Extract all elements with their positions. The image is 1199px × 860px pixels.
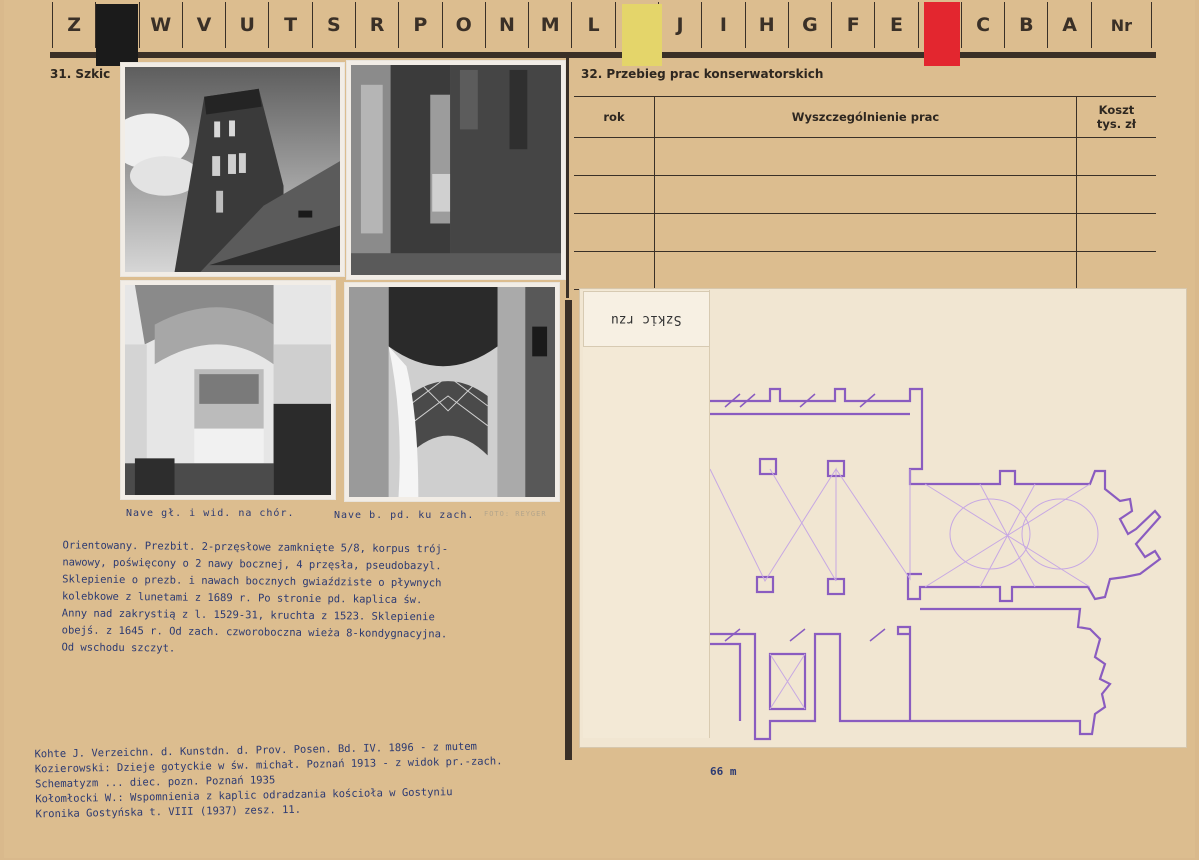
bibliography-notes: Kohte J. Verzeichn. d. Kunstdn. d. Prov.… — [34, 737, 655, 823]
description-notes: Orientowany. Prezbit. 2-przęsłowe zamkni… — [61, 537, 562, 661]
table-cell — [655, 138, 1077, 175]
sketch-title-label: Szkic rzu — [583, 291, 710, 347]
yellow-tab — [622, 4, 662, 66]
table-cell — [655, 252, 1077, 289]
caption-nave-south: Nave b. pd. ku zach. — [334, 510, 475, 521]
photo-nave-interior — [120, 280, 336, 500]
table-cell — [1077, 214, 1156, 251]
index-letter: P — [399, 2, 443, 48]
sketch-section-title: 31. Szkic — [50, 67, 111, 81]
photo-tower-exterior — [120, 62, 345, 277]
index-letter: C — [962, 2, 1006, 48]
photo-wall-exterior — [346, 60, 566, 280]
index-letter: Z — [52, 2, 97, 48]
scale-note: 66 m — [710, 765, 737, 778]
col-works: Wyszczególnienie prac — [655, 97, 1077, 137]
table-cell — [655, 176, 1077, 213]
works-table-header: rok Wyszczególnienie prac Koszt tys. zł — [574, 96, 1156, 138]
red-tab — [924, 2, 960, 66]
table-cell — [1077, 252, 1156, 289]
table-row — [574, 214, 1156, 252]
table-cell — [1077, 138, 1156, 175]
photographer-stamp: FOTO: REYGER — [484, 510, 547, 518]
index-letter: H — [746, 2, 789, 48]
works-table: rok Wyszczególnienie prac Koszt tys. zł — [574, 96, 1156, 290]
index-nr-label: Nr — [1092, 2, 1152, 48]
index-letter: N — [486, 2, 530, 48]
index-letter: E — [875, 2, 919, 48]
table-row — [574, 176, 1156, 214]
index-letter: W — [140, 2, 183, 48]
table-cell — [574, 252, 655, 289]
index-letter: A — [1048, 2, 1092, 48]
photo-vault-interior — [344, 282, 560, 502]
col-cost: Koszt tys. zł — [1096, 103, 1137, 131]
index-letter: I — [702, 2, 746, 48]
sketch-fold-flap — [583, 290, 710, 738]
table-row — [574, 138, 1156, 176]
index-letter: F — [832, 2, 876, 48]
column-divider-lower — [565, 300, 572, 760]
index-letter: S — [313, 2, 356, 48]
table-cell — [574, 214, 655, 251]
table-cell — [574, 138, 655, 175]
index-letter: L — [572, 2, 616, 48]
top-divider — [50, 52, 1156, 58]
black-tab — [96, 4, 138, 66]
index-letter: V — [183, 2, 227, 48]
index-letter: B — [1005, 2, 1049, 48]
col-year: rok — [574, 97, 655, 137]
index-letter: U — [226, 2, 270, 48]
column-divider — [566, 58, 569, 298]
caption-nave-main: Nave gł. i wid. na chór. — [126, 508, 295, 519]
index-letter: J — [659, 2, 703, 48]
index-letter: T — [269, 2, 313, 48]
letter-index-strip: ZXWVUTSRPONMLKJIHGFEDCBANr — [52, 2, 1152, 48]
table-cell — [655, 214, 1077, 251]
table-cell — [1077, 176, 1156, 213]
index-letter: R — [356, 2, 400, 48]
table-row — [574, 252, 1156, 290]
index-letter: G — [789, 2, 833, 48]
works-section-title: 32. Przebieg prac konserwatorskich — [581, 67, 824, 81]
index-letter: M — [529, 2, 573, 48]
index-letter: O — [443, 2, 486, 48]
table-cell — [574, 176, 655, 213]
